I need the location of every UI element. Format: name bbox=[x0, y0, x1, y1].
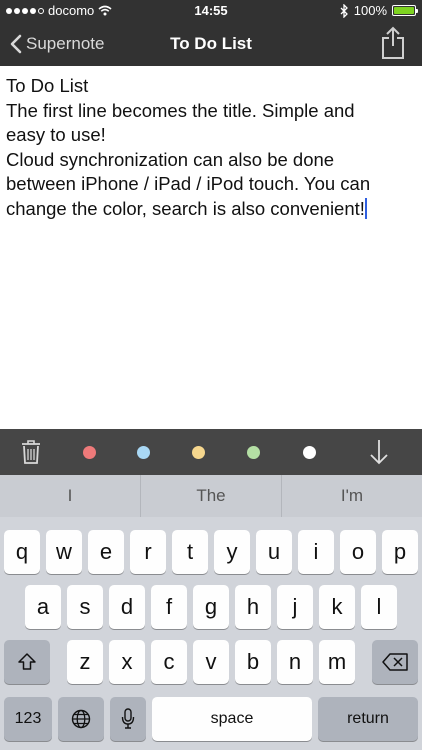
key-d[interactable]: d bbox=[109, 585, 145, 629]
trash-icon bbox=[22, 440, 40, 464]
share-icon[interactable] bbox=[380, 26, 406, 60]
key-c[interactable]: c bbox=[151, 640, 187, 684]
suggestion-item[interactable]: I bbox=[0, 475, 141, 517]
status-bar: docomo 14:55 100% bbox=[0, 0, 422, 22]
key-h[interactable]: h bbox=[235, 585, 271, 629]
page-title: To Do List bbox=[170, 34, 252, 53]
suggestion-item[interactable]: I'm bbox=[282, 475, 422, 517]
arrow-down-icon bbox=[370, 440, 388, 465]
key-u[interactable]: u bbox=[256, 530, 292, 574]
microphone-icon bbox=[121, 708, 135, 729]
return-key[interactable]: return bbox=[318, 697, 418, 741]
note-line: easy to use! bbox=[6, 124, 106, 145]
key-w[interactable]: w bbox=[46, 530, 82, 574]
key-j[interactable]: j bbox=[277, 585, 313, 629]
note-line: The first line becomes the title. Simple… bbox=[6, 99, 355, 121]
key-r[interactable]: r bbox=[130, 530, 166, 574]
nav-bar: Supernote To Do List bbox=[0, 22, 422, 66]
key-q[interactable]: q bbox=[4, 530, 40, 574]
battery-percent: 100% bbox=[353, 3, 387, 18]
key-g[interactable]: g bbox=[193, 585, 229, 629]
backspace-icon bbox=[382, 653, 408, 671]
note-line: Cloud synchronization can also be done bbox=[6, 148, 335, 170]
shift-key[interactable] bbox=[4, 640, 50, 684]
keyboard: I The I'm q w e r t y u i o p a s d f g … bbox=[0, 475, 422, 750]
key-m[interactable]: m bbox=[319, 640, 355, 684]
color-swatch bbox=[191, 445, 205, 459]
key-f[interactable]: f bbox=[151, 585, 187, 629]
color-swatch bbox=[136, 445, 150, 459]
key-i[interactable]: i bbox=[298, 530, 334, 574]
color-red-button[interactable] bbox=[76, 429, 102, 475]
globe-key[interactable] bbox=[58, 697, 104, 741]
key-y[interactable]: y bbox=[214, 530, 250, 574]
key-l[interactable]: l bbox=[361, 585, 397, 629]
key-b[interactable]: b bbox=[235, 640, 271, 684]
hide-keyboard-button[interactable] bbox=[364, 429, 394, 475]
color-green-button[interactable] bbox=[240, 429, 266, 475]
key-a[interactable]: a bbox=[25, 585, 61, 629]
suggestion-bar: I The I'm bbox=[0, 475, 422, 517]
color-white-button[interactable] bbox=[296, 429, 322, 475]
color-toolbar bbox=[0, 429, 422, 475]
status-right: 100% bbox=[340, 3, 418, 18]
globe-icon bbox=[71, 709, 91, 729]
backspace-key[interactable] bbox=[372, 640, 418, 684]
dictation-key[interactable] bbox=[110, 697, 146, 741]
note-editor[interactable]: To Do List The first line becomes the ti… bbox=[6, 74, 416, 221]
key-e[interactable]: e bbox=[88, 530, 124, 574]
space-key[interactable]: space bbox=[152, 697, 312, 741]
key-t[interactable]: t bbox=[172, 530, 208, 574]
note-line: between iPhone / iPad / iPod touch. You … bbox=[6, 173, 371, 194]
note-line-text: change the color, search is also conveni… bbox=[6, 197, 365, 219]
battery-icon bbox=[392, 5, 418, 16]
color-swatch bbox=[82, 445, 96, 459]
delete-button[interactable] bbox=[14, 429, 48, 475]
color-swatch bbox=[302, 445, 316, 459]
numbers-key[interactable]: 123 bbox=[4, 697, 52, 741]
suggestion-item[interactable]: The bbox=[141, 475, 282, 517]
header: docomo 14:55 100% Supernote To Do List bbox=[0, 0, 422, 66]
key-x[interactable]: x bbox=[109, 640, 145, 684]
text-caret bbox=[364, 197, 367, 219]
color-swatch bbox=[246, 445, 260, 459]
key-z[interactable]: z bbox=[67, 640, 103, 684]
key-v[interactable]: v bbox=[193, 640, 229, 684]
shift-icon bbox=[18, 653, 36, 670]
note-line-last: change the color, search is also conveni… bbox=[6, 197, 416, 222]
key-n[interactable]: n bbox=[277, 640, 313, 684]
color-yellow-button[interactable] bbox=[185, 429, 211, 475]
key-o[interactable]: o bbox=[340, 530, 376, 574]
bluetooth-icon bbox=[340, 3, 348, 18]
note-title-line: To Do List bbox=[6, 75, 89, 96]
key-s[interactable]: s bbox=[67, 585, 103, 629]
key-k[interactable]: k bbox=[319, 585, 355, 629]
key-p[interactable]: p bbox=[382, 530, 418, 574]
battery-fill bbox=[394, 7, 414, 14]
color-blue-button[interactable] bbox=[130, 429, 156, 475]
